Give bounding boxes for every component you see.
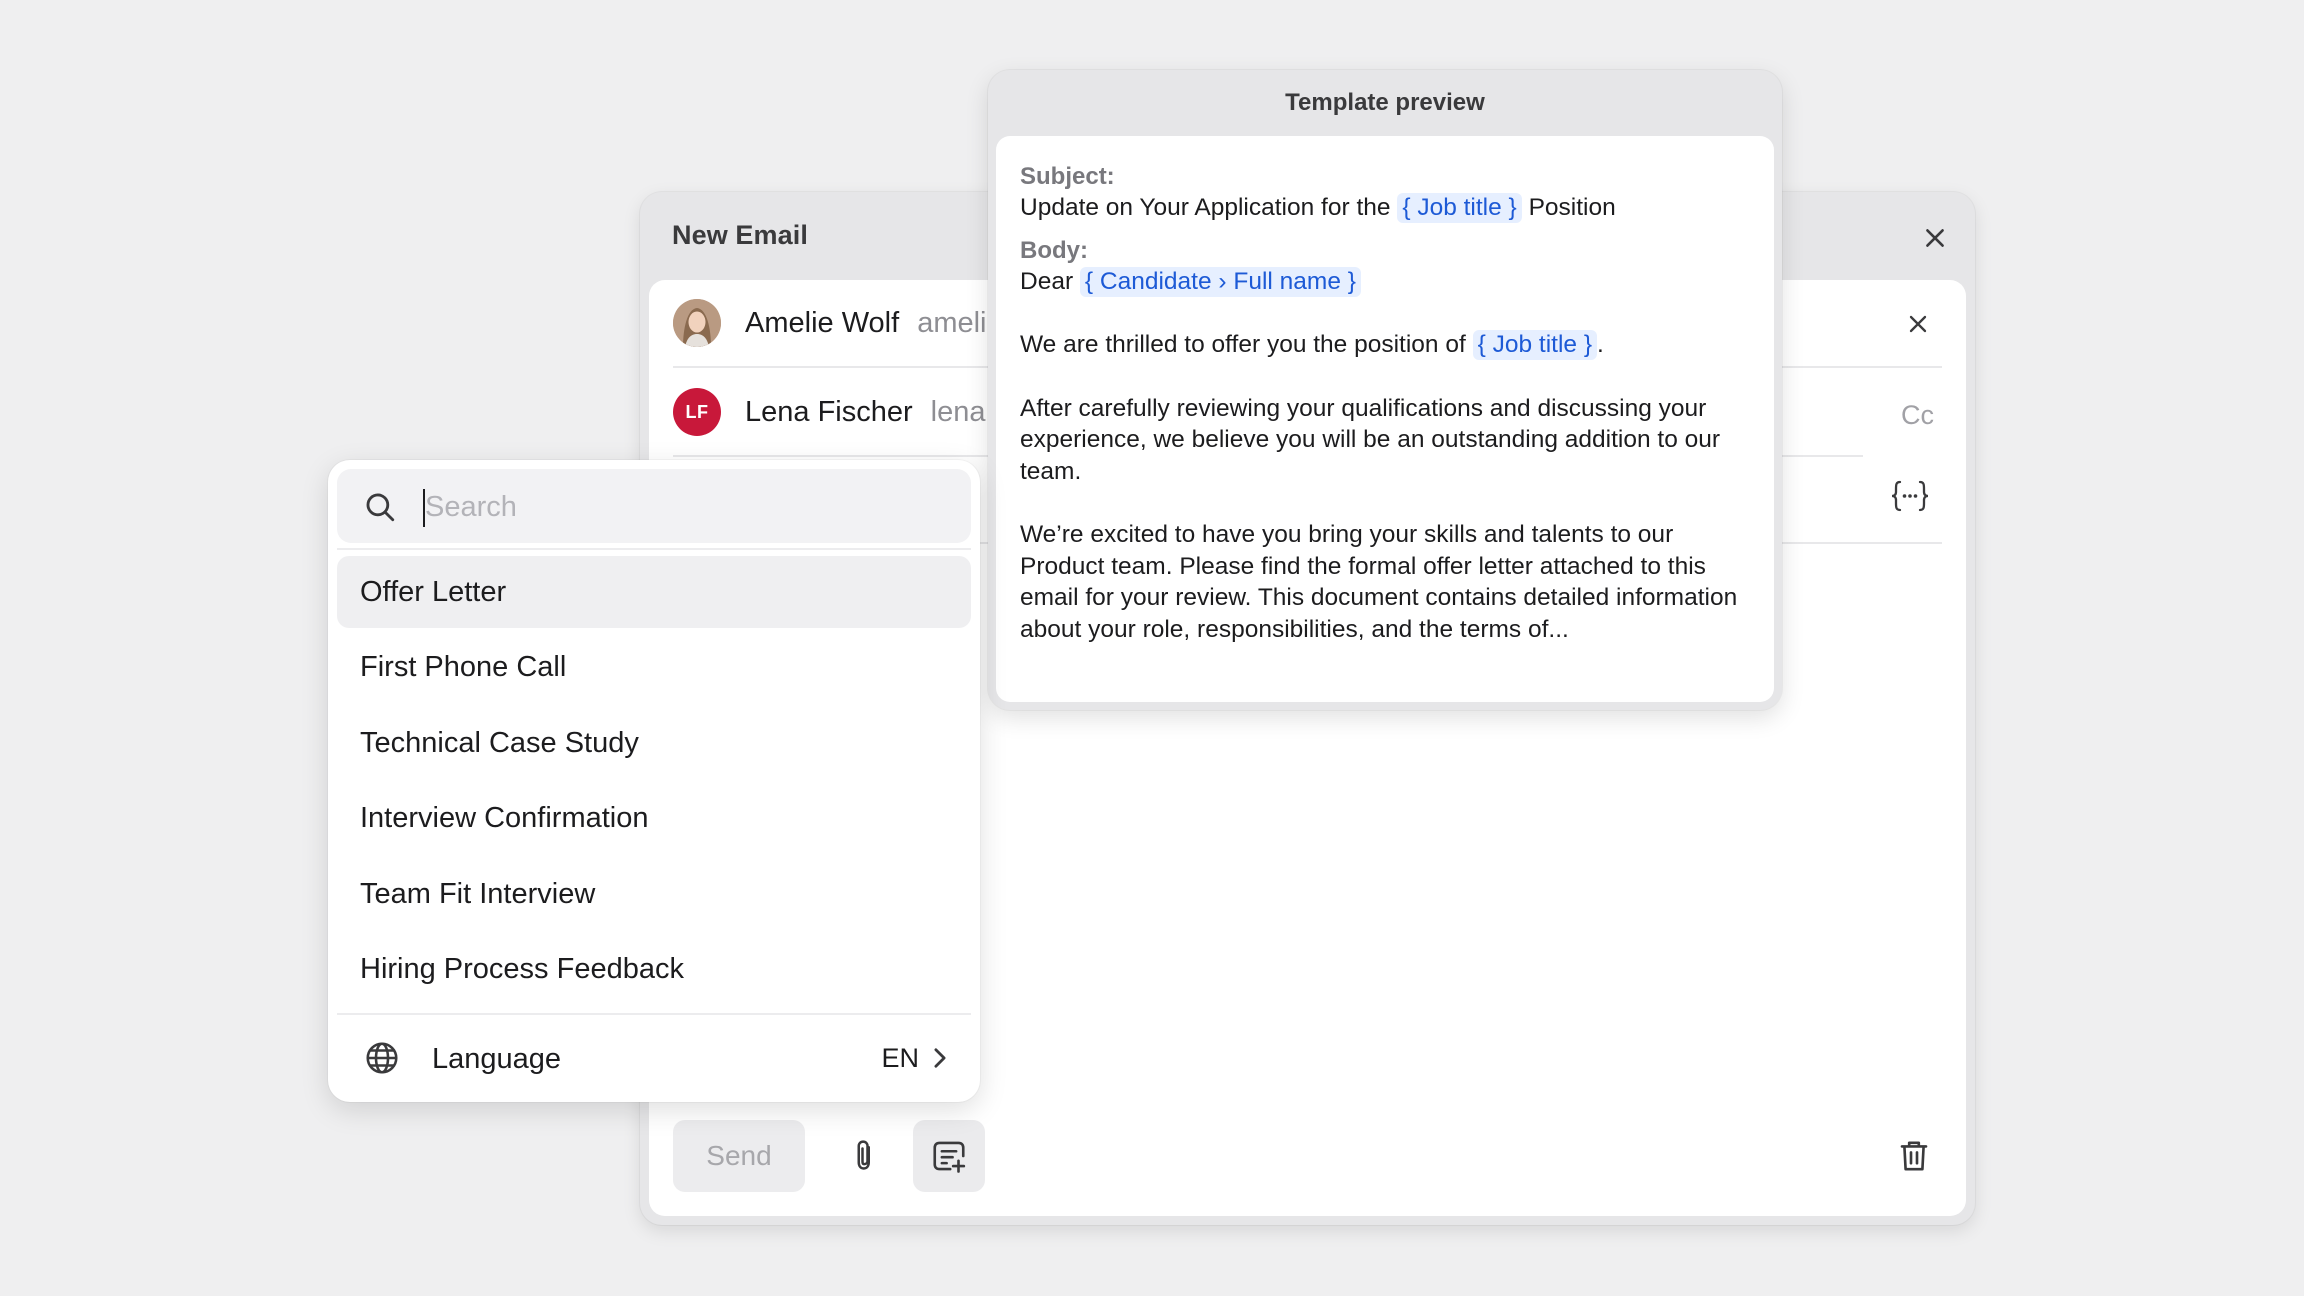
insert-template-button[interactable] [913,1120,985,1192]
p1-suffix: . [1597,331,1604,358]
close-icon [1926,229,1944,247]
subject-suffix: Position [1528,194,1616,221]
template-item-team-fit-interview[interactable]: Team Fit Interview [337,858,971,930]
close-compose-button[interactable] [1917,220,1953,256]
body-paragraph: We’re excited to have you bring your ski… [1020,521,1738,643]
globe-icon [366,1042,398,1074]
search-box [337,469,971,543]
chevron-right-icon [934,1048,946,1068]
delete-draft-button[interactable] [1892,1134,1936,1178]
template-dropdown: Offer Letter First Phone Call Technical … [328,460,980,1102]
variable-token: { Job title } [1472,330,1598,360]
template-item-technical-case-study[interactable]: Technical Case Study [337,707,971,779]
attach-button[interactable] [843,1134,887,1178]
variable-token: { Job title } [1397,193,1522,223]
remove-recipients-button[interactable] [1900,306,1936,342]
search-icon [366,493,395,522]
recipient-name: Lena Fischer [745,395,913,428]
template-item-first-phone-call[interactable]: First Phone Call [337,632,971,704]
search-input[interactable] [425,485,945,529]
subject-prefix: Update on Your Application for the [1020,194,1391,221]
close-icon [1909,315,1927,333]
subject-label: Subject: [1020,163,1115,190]
template-item-hiring-process-feedback[interactable]: Hiring Process Feedback [337,934,971,1006]
cc-button[interactable]: Cc [1901,400,1934,431]
template-preview-panel: Template preview Subject: Update on Your… [988,70,1782,710]
preview-card: Subject: Update on Your Application for … [996,136,1774,702]
avatar-photo-icon [673,299,721,347]
paperclip-icon [857,1140,870,1170]
greeting-text: Dear { Candidate › Full name } [1020,266,1750,298]
recipient-name: Amelie Wolf [745,306,900,339]
body-paragraph: We are thrilled to offer you the positio… [1020,329,1750,361]
trash-icon [1900,1141,1928,1171]
recipient-email: lena [930,395,986,428]
variable-braces-icon [1891,480,1929,512]
template-item-offer-letter[interactable]: Offer Letter [337,556,971,628]
compose-footer: Send [673,1120,1942,1192]
variable-token: { Candidate › Full name } [1079,266,1361,297]
template-item-interview-confirmation[interactable]: Interview Confirmation [337,783,971,855]
p1-prefix: We are thrilled to offer you the positio… [1020,331,1466,358]
divider [337,1013,971,1015]
greeting: Dear [1020,267,1074,295]
insert-variable-button[interactable] [1886,476,1934,516]
language-value: EN [881,1043,919,1073]
template-add-icon [933,1141,966,1173]
avatar [673,299,721,347]
body-paragraph: After carefully reviewing your qualifica… [1020,394,1721,485]
compose-title: New Email [672,220,808,250]
template-list: Offer Letter First Phone Call Technical … [337,556,971,1010]
send-button[interactable]: Send [673,1120,805,1192]
recipient-email: ameli [917,306,987,339]
preview-title: Template preview [1285,89,1485,116]
divider [337,548,971,550]
language-selector[interactable]: Language EN [337,1023,971,1093]
text-caret [423,489,425,527]
body-label: Body: [1020,236,1088,264]
language-label: Language [432,1043,562,1075]
subject-text: Update on Your Application for the { Job… [1020,192,1750,224]
avatar: LF [673,388,721,436]
